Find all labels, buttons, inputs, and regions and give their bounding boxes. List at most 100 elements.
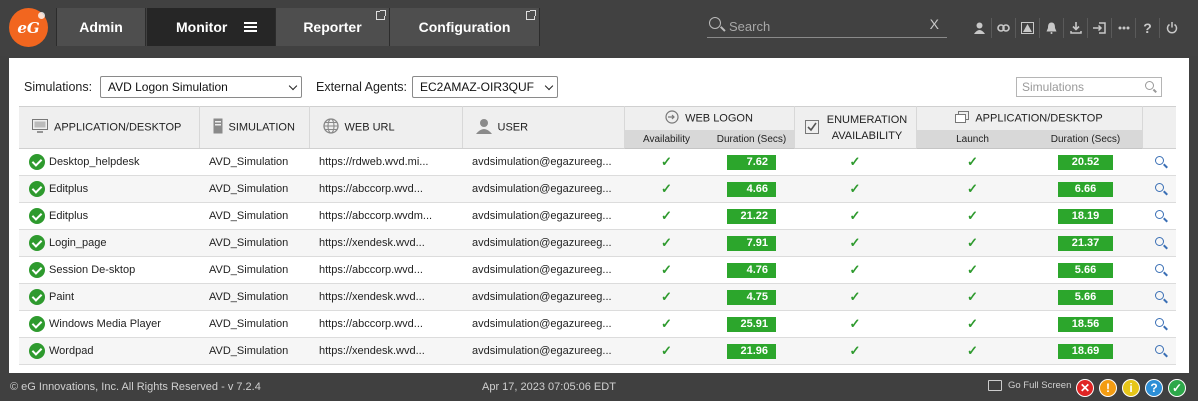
col-header-weblogon-availability[interactable]: Availability	[624, 130, 710, 150]
menu-icon[interactable]	[244, 22, 257, 32]
copyright-text: © eG Innovations, Inc. All Rights Reserv…	[10, 381, 261, 393]
enumeration-check-icon: ✓	[849, 289, 861, 304]
critical-status-icon[interactable]: ✕	[1076, 379, 1094, 397]
launch-check-icon: ✓	[967, 208, 978, 223]
toolbar-icons: ?	[968, 18, 1184, 38]
power-icon[interactable]	[1160, 18, 1184, 38]
user-icon[interactable]	[968, 18, 992, 38]
duration-value[interactable]: 4.75	[727, 289, 776, 305]
nav-monitor[interactable]: Monitor	[147, 8, 276, 46]
clear-search-icon[interactable]: X	[930, 16, 939, 32]
launch-duration-value[interactable]: 18.19	[1058, 208, 1113, 224]
availability-check-icon: ✓	[661, 289, 672, 304]
table-row[interactable]: Desktop_helpdesk AVD_Simulation https://rd…	[19, 148, 1177, 176]
cell-weblogon-duration: 21.96	[709, 337, 794, 365]
launch-duration-value[interactable]: 21.37	[1058, 235, 1113, 251]
bell-icon[interactable]	[1040, 18, 1064, 38]
col-header-launch[interactable]: Launch	[916, 130, 1030, 150]
launch-duration-value[interactable]: 5.66	[1058, 262, 1113, 278]
col-header-weburl-label: WEB URL	[344, 121, 395, 134]
cell-application[interactable]: Desktop_helpdesk	[19, 148, 199, 176]
global-search-input[interactable]	[729, 17, 919, 35]
zoom-icon[interactable]	[1154, 264, 1164, 273]
nav-reporter-label: Reporter	[303, 19, 362, 35]
table-row[interactable]: Login_page AVD_Simulation https://xendesk.…	[19, 229, 1177, 257]
duration-value[interactable]: 21.22	[727, 208, 776, 224]
zoom-icon[interactable]	[1154, 210, 1164, 219]
help-icon[interactable]: ?	[1136, 18, 1160, 38]
col-header-application[interactable]: APPLICATION/DESKTOP	[19, 106, 200, 149]
cell-simulation: AVD_Simulation	[199, 310, 309, 338]
normal-status-icon[interactable]: ✓	[1168, 379, 1186, 397]
launch-duration-value[interactable]: 20.52	[1058, 154, 1113, 170]
duration-value[interactable]: 7.62	[727, 154, 776, 170]
duration-value[interactable]: 4.66	[727, 181, 776, 197]
simulations-search-input[interactable]	[1017, 78, 1137, 96]
launch-duration-value[interactable]: 18.69	[1058, 343, 1113, 359]
download-icon[interactable]	[1064, 18, 1088, 38]
external-agents-select-value: EC2AMAZ-OIR3QUF	[420, 80, 535, 94]
nav-monitor-label: Monitor	[176, 19, 228, 35]
table-row[interactable]: Wordpad AVD_Simulation https://xendesk.wvd…	[19, 337, 1177, 365]
status-ok-icon	[29, 289, 45, 305]
zoom-icon[interactable]	[1154, 237, 1164, 246]
duration-value[interactable]: 7.91	[727, 235, 776, 251]
zoom-icon[interactable]	[1154, 183, 1164, 192]
cell-application[interactable]: Wordpad	[19, 337, 199, 365]
table-row[interactable]: Session De-sktop AVD_Simulation https://ab…	[19, 256, 1177, 284]
launch-duration-value[interactable]: 5.66	[1058, 289, 1113, 305]
link-icon[interactable]	[992, 18, 1016, 38]
cell-application[interactable]: Windows Media Player	[19, 310, 199, 338]
launch-duration-value[interactable]: 6.66	[1058, 181, 1113, 197]
cell-application[interactable]: Session De-sktop	[19, 256, 199, 284]
zoom-icon[interactable]	[1154, 345, 1164, 354]
availability-check-icon: ✓	[661, 181, 672, 196]
external-agents-select[interactable]: EC2AMAZ-OIR3QUF	[412, 76, 558, 98]
nav-admin[interactable]: Admin	[56, 8, 146, 46]
col-header-simulation[interactable]: SIMULATION	[199, 106, 310, 149]
simulations-select[interactable]: AVD Logon Simulation	[100, 76, 302, 98]
major-status-icon[interactable]: !	[1099, 379, 1117, 397]
cell-launch: ✓	[916, 310, 1029, 338]
external-agents-label: External Agents:	[316, 80, 408, 94]
table-row[interactable]: Windows Media Player AVD_Simulation https:…	[19, 310, 1177, 338]
col-header-launch-duration[interactable]: Duration (Secs)	[1029, 130, 1143, 150]
cell-application[interactable]: Editplus	[19, 175, 199, 203]
signin-icon[interactable]	[1088, 18, 1112, 38]
nav-configuration[interactable]: Configuration	[390, 8, 540, 46]
zoom-icon[interactable]	[1154, 156, 1164, 165]
alert-icon[interactable]	[1016, 18, 1040, 38]
duration-value[interactable]: 4.76	[727, 262, 776, 278]
table-row[interactable]: Editplus AVD_Simulation https://abccorp.wv…	[19, 202, 1177, 230]
availability-check-icon: ✓	[661, 208, 672, 223]
eg-logo[interactable]: eG	[9, 8, 48, 47]
cell-weburl: https://abccorp.wvdm...	[309, 202, 462, 230]
more-icon[interactable]	[1112, 18, 1136, 38]
cell-application[interactable]: Login_page	[19, 229, 199, 257]
table-row[interactable]: Paint AVD_Simulation https://xendesk.wvd..…	[19, 283, 1177, 311]
table-row[interactable]: Editplus AVD_Simulation https://abccorp.wv…	[19, 175, 1177, 203]
launch-duration-value[interactable]: 18.56	[1058, 316, 1113, 332]
col-header-enumeration[interactable]: ENUMERATION AVAILABILITY	[794, 106, 917, 149]
search-icon[interactable]	[1145, 81, 1154, 90]
cell-enumeration: ✓	[794, 148, 916, 176]
top-nav-bar: eG Admin Monitor Reporter Configuration …	[0, 0, 1198, 56]
cell-weblogon-duration: 4.76	[709, 256, 794, 284]
full-screen-button[interactable]: Go Full Screen	[988, 380, 1071, 391]
col-header-weblogon-duration[interactable]: Duration (Secs)	[709, 130, 795, 150]
unknown-status-icon[interactable]: ?	[1145, 379, 1163, 397]
cell-weblogon-availability: ✓	[624, 283, 709, 311]
cell-weblogon-availability: ✓	[624, 175, 709, 203]
col-header-weburl[interactable]: WEB URL	[309, 106, 463, 149]
cell-application[interactable]: Paint	[19, 283, 199, 311]
minor-status-icon[interactable]: i	[1122, 379, 1140, 397]
nav-reporter[interactable]: Reporter	[276, 8, 390, 46]
zoom-icon[interactable]	[1154, 291, 1164, 300]
zoom-icon[interactable]	[1154, 318, 1164, 327]
enumeration-check-icon: ✓	[849, 154, 861, 169]
cell-application[interactable]: Editplus	[19, 202, 199, 230]
cell-user: avdsimulation@egazureeg...	[462, 148, 624, 176]
duration-value[interactable]: 21.96	[727, 343, 776, 359]
col-header-user[interactable]: USER	[462, 106, 625, 149]
duration-value[interactable]: 25.91	[727, 316, 776, 332]
